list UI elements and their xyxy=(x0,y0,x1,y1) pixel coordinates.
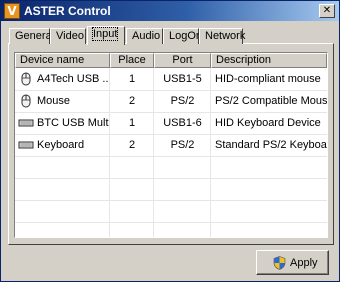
column-header-label: Port xyxy=(172,54,193,66)
grid-line xyxy=(15,222,327,223)
tab-audio-label: Audio xyxy=(132,30,161,42)
device-row[interactable]: A4Tech USB ... 1 USB1-5 HID-compliant mo… xyxy=(15,68,327,90)
tab-video[interactable]: Video xyxy=(50,28,86,44)
device-port-cell: USB1-6 xyxy=(163,117,202,129)
device-description-cell: HID-compliant mouse xyxy=(215,73,321,85)
column-header-description[interactable]: Description xyxy=(211,53,327,68)
keyboard-icon xyxy=(18,119,34,127)
column-header-port[interactable]: Port xyxy=(154,53,211,68)
close-icon: ✕ xyxy=(322,5,332,16)
column-header-place[interactable]: Place xyxy=(110,53,154,68)
tab-general[interactable]: General xyxy=(9,28,54,44)
app-icon-letter: V xyxy=(7,4,17,18)
aster-control-window: V ASTER Control ✕ General Video Input Au… xyxy=(0,0,340,282)
device-name-cell: BTC USB Mult... xyxy=(37,117,109,129)
grid-line xyxy=(15,178,327,179)
device-place-cell: 2 xyxy=(128,139,136,151)
device-description-cell: HID Keyboard Device xyxy=(215,117,321,129)
device-list[interactable]: Device name Place Port Description A4Tec… xyxy=(14,52,328,238)
column-header-label: Place xyxy=(118,54,146,66)
tab-input-label: Input xyxy=(91,27,119,41)
device-row[interactable]: Keyboard 2 PS/2 Standard PS/2 Keyboard xyxy=(15,134,327,156)
device-name-cell: Mouse xyxy=(37,95,71,107)
device-description-cell: PS/2 Compatible Mouse xyxy=(215,95,327,107)
grid-line xyxy=(15,200,327,201)
device-place-cell: 2 xyxy=(128,95,136,107)
column-header-label: Device name xyxy=(20,54,85,66)
device-name-cell: A4Tech USB ... xyxy=(37,73,109,85)
shield-icon xyxy=(273,256,286,270)
device-row[interactable]: Mouse 2 PS/2 PS/2 Compatible Mouse xyxy=(15,90,327,112)
title-bar[interactable]: V ASTER Control ✕ xyxy=(1,1,339,21)
tab-network-label: Network xyxy=(205,30,246,42)
close-button[interactable]: ✕ xyxy=(319,4,335,18)
mouse-icon xyxy=(21,94,31,108)
apply-button-label: Apply xyxy=(290,257,318,269)
keyboard-icon xyxy=(18,141,34,149)
grid-line xyxy=(15,156,327,157)
device-description-cell: Standard PS/2 Keyboard xyxy=(215,139,327,151)
tab-logon[interactable]: LogOn xyxy=(163,28,203,44)
app-icon[interactable]: V xyxy=(4,3,20,19)
device-row[interactable]: BTC USB Mult... 1 USB1-6 HID Keyboard De… xyxy=(15,112,327,134)
device-port-cell: PS/2 xyxy=(170,139,195,151)
tab-logon-label: LogOn xyxy=(169,30,203,42)
tab-video-label: Video xyxy=(56,30,84,42)
mouse-icon xyxy=(21,72,31,86)
apply-button[interactable]: Apply xyxy=(256,250,329,275)
tab-input[interactable]: Input xyxy=(87,26,125,45)
window-title: ASTER Control xyxy=(24,4,111,18)
device-name-cell: Keyboard xyxy=(37,139,85,151)
tab-network[interactable]: Network xyxy=(199,28,246,44)
device-place-cell: 1 xyxy=(128,73,136,85)
tab-audio[interactable]: Audio xyxy=(126,28,163,44)
column-header-label: Description xyxy=(216,54,272,66)
list-header: Device name Place Port Description xyxy=(15,53,327,68)
tab-general-label: General xyxy=(15,30,55,42)
column-header-device-name[interactable]: Device name xyxy=(15,53,110,68)
device-port-cell: USB1-5 xyxy=(163,73,202,85)
device-port-cell: PS/2 xyxy=(170,95,195,107)
device-place-cell: 1 xyxy=(128,117,136,129)
